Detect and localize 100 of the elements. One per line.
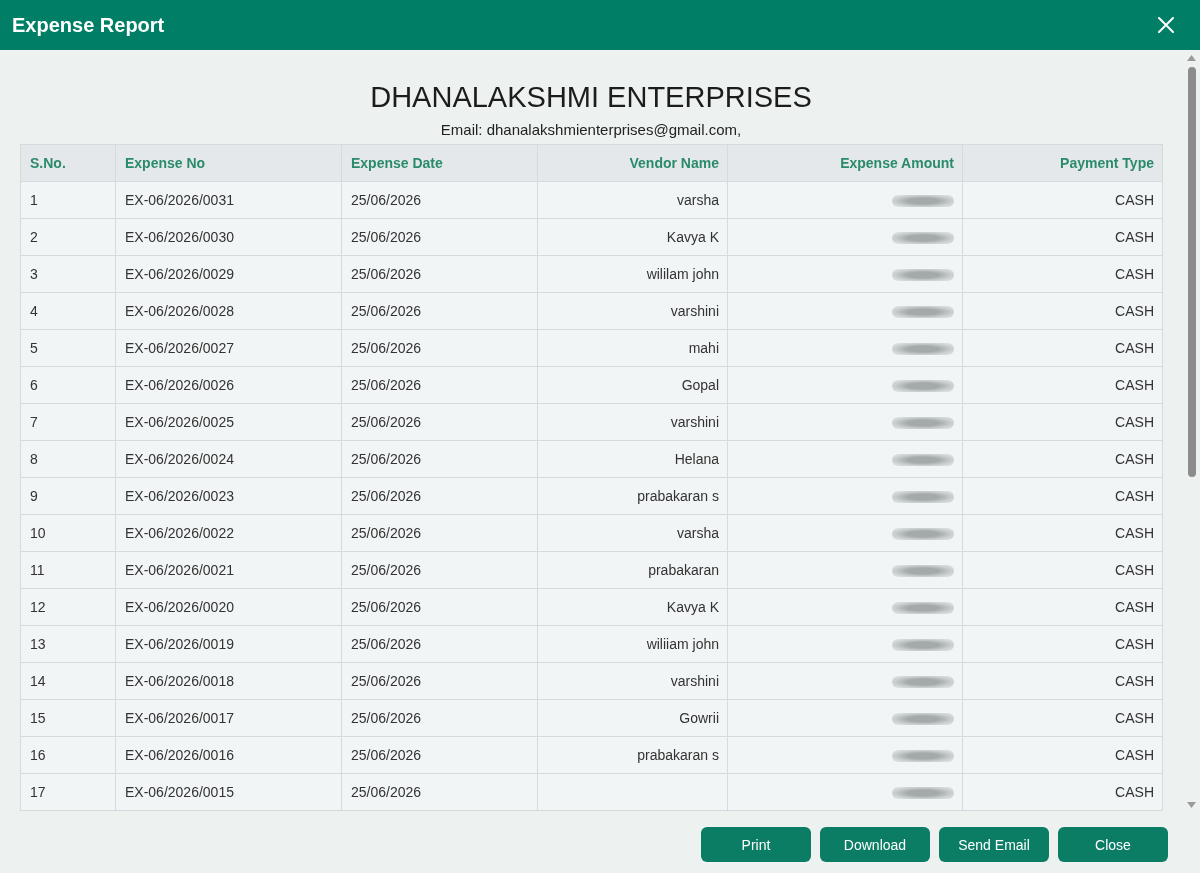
table-cell: 15 [20,699,116,737]
table-cell: 25/06/2026 [341,329,538,367]
table-cell: 25/06/2026 [341,218,538,256]
table-cell: 25/06/2026 [341,440,538,478]
table-cell: 2 [20,218,116,256]
table-cell: EX-06/2026/0031 [115,181,342,219]
table-cell: 10 [20,514,116,552]
scroll-down-icon[interactable] [1187,802,1196,808]
table-cell: EX-06/2026/0030 [115,218,342,256]
table-cell: EX-06/2026/0020 [115,588,342,626]
table-cell: CASH [962,329,1163,367]
table-cell: 25/06/2026 [341,662,538,700]
table-cell: EX-06/2026/0015 [115,773,342,811]
table-cell: CASH [962,699,1163,737]
table-cell: EX-06/2026/0028 [115,292,342,330]
action-button[interactable]: Close [1058,827,1168,862]
table-cell: 4 [20,292,116,330]
table-cell: EX-06/2026/0021 [115,551,342,589]
action-button[interactable]: Send Email [939,827,1049,862]
table-cell: varshini [537,292,728,330]
table-cell: CASH [962,551,1163,589]
table-cell: 7 [20,403,116,441]
table-cell: prabakaran s [537,736,728,774]
table-cell: 25/06/2026 [341,477,538,515]
column-header: Expense Amount [727,144,963,182]
table-cell: CASH [962,218,1163,256]
table-cell: EX-06/2026/0017 [115,699,342,737]
table-cell: prabakaran [537,551,728,589]
table-cell: Gopal [537,366,728,404]
table-cell: CASH [962,366,1163,404]
table-cell: CASH [962,662,1163,700]
table-cell: varsha [537,181,728,219]
column-header: Payment Type [962,144,1163,182]
table-cell: CASH [962,773,1163,811]
table-cell: 17 [20,773,116,811]
table-cell: 25/06/2026 [341,255,538,293]
table-cell: CASH [962,625,1163,663]
table-cell: 11 [20,551,116,589]
table-cell: 25/06/2026 [341,514,538,552]
table-cell: Helana [537,440,728,478]
company-name: DHANALAKSHMI ENTERPRISES [370,80,812,115]
scroll-up-icon[interactable] [1187,55,1196,61]
table-cell: CASH [962,255,1163,293]
table-cell: wiliiam john [537,625,728,663]
table-cell: 25/06/2026 [341,403,538,441]
table-cell: Kavya K [537,588,728,626]
table-cell: 25/06/2026 [341,699,538,737]
table-cell: EX-06/2026/0018 [115,662,342,700]
table-cell: 3 [20,255,116,293]
table-cell: CASH [962,292,1163,330]
table-cell: 12 [20,588,116,626]
table-cell: EX-06/2026/0019 [115,625,342,663]
table-cell: 25/06/2026 [341,736,538,774]
table-cell: 14 [20,662,116,700]
table-cell: 25/06/2026 [341,292,538,330]
table-cell: EX-06/2026/0029 [115,255,342,293]
column-header: S.No. [20,144,116,182]
column-header: Vendor Name [537,144,728,182]
table-cell: varsha [537,514,728,552]
table-cell: varshini [537,662,728,700]
table-cell: EX-06/2026/0016 [115,736,342,774]
table-cell: EX-06/2026/0025 [115,403,342,441]
table-cell: mahi [537,329,728,367]
table-cell: CASH [962,440,1163,478]
table-cell: CASH [962,477,1163,515]
action-button[interactable]: Download [820,827,930,862]
table-cell: 1 [20,181,116,219]
table-cell: 25/06/2026 [341,773,538,811]
column-header: Expense No [115,144,342,182]
table-cell: CASH [962,588,1163,626]
table-cell: varshini [537,403,728,441]
table-cell: 25/06/2026 [341,366,538,404]
table-cell: 25/06/2026 [341,588,538,626]
table-cell: 6 [20,366,116,404]
table-cell: 5 [20,329,116,367]
table-cell: 25/06/2026 [341,181,538,219]
table-cell: 8 [20,440,116,478]
table-cell: EX-06/2026/0023 [115,477,342,515]
table-cell: prabakaran s [537,477,728,515]
close-icon[interactable] [1158,17,1174,33]
action-button[interactable]: Print [701,827,811,862]
table-cell: CASH [962,736,1163,774]
table-cell: 9 [20,477,116,515]
table-cell: Kavya K [537,218,728,256]
scrollbar-thumb[interactable] [1187,67,1196,477]
table-cell: wililam john [537,255,728,293]
table-cell: 25/06/2026 [341,625,538,663]
table-cell: 25/06/2026 [341,551,538,589]
company-email: Email: dhanalakshmienterprises@gmail.com, [440,121,742,139]
table-cell: EX-06/2026/0027 [115,329,342,367]
table-cell: 13 [20,625,116,663]
table-cell: CASH [962,403,1163,441]
table-cell: CASH [962,514,1163,552]
table-cell: EX-06/2026/0026 [115,366,342,404]
table-cell: EX-06/2026/0024 [115,440,342,478]
window-title: Expense Report [12,13,165,37]
table-cell: Gowrii [537,699,728,737]
table-cell: 16 [20,736,116,774]
table-cell: CASH [962,181,1163,219]
column-header: Expense Date [341,144,538,182]
